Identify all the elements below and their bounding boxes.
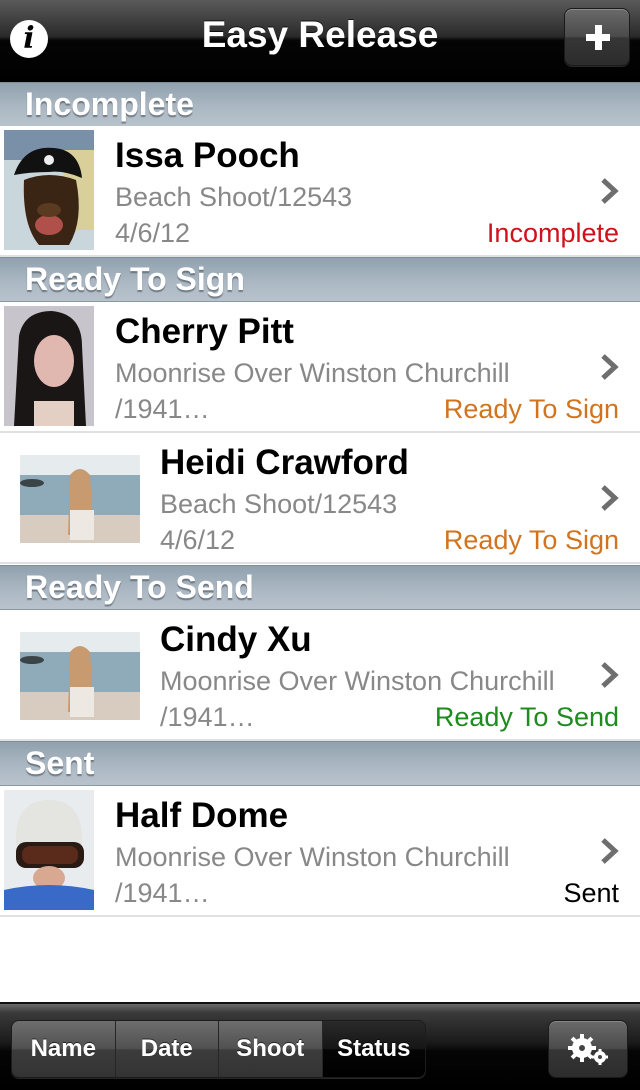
status-label: Ready To Send: [434, 702, 619, 732]
release-name: Cindy Xu: [160, 620, 312, 659]
section-header-ready-to-sign: Ready To Sign: [0, 257, 640, 302]
section-header-sent: Sent: [0, 741, 640, 786]
bottom-toolbar: Name Date Shoot Status: [0, 1002, 640, 1090]
shoot-id-continued: /1941…: [160, 702, 255, 732]
release-date: 4/6/12: [115, 218, 191, 248]
section-title: Ready To Sign: [25, 261, 245, 297]
release-row[interactable]: Issa Pooch Beach Shoot/12543 4/6/12 Inco…: [0, 126, 640, 257]
gears-icon: [568, 1034, 608, 1065]
release-row[interactable]: Heidi Crawford Beach Shoot/12543 4/6/12 …: [0, 433, 640, 564]
sort-by-name-segment[interactable]: Name: [12, 1021, 116, 1077]
chevron-right-icon: [601, 662, 619, 688]
release-row[interactable]: Cherry Pitt Moonrise Over Winston Church…: [0, 302, 640, 433]
section-title: Sent: [25, 745, 95, 781]
section-header-ready-to-send: Ready To Send: [0, 565, 640, 610]
shoot-name: Beach Shoot/12543: [115, 182, 353, 212]
shoot-name: Beach Shoot/12543: [160, 489, 398, 519]
status-label: Sent: [563, 878, 619, 908]
woman-portrait-photo: [4, 306, 94, 426]
helmet-goggles-photo: [4, 790, 94, 910]
section-header-incomplete: Incomplete: [0, 82, 640, 127]
beach-photo: [20, 632, 140, 720]
release-row[interactable]: Half Dome Moonrise Over Winston Churchil…: [0, 786, 640, 917]
sort-segmented-control: Name Date Shoot Status: [11, 1020, 426, 1078]
chevron-right-icon: [601, 354, 619, 380]
status-label: Incomplete: [486, 218, 619, 248]
section-title: Incomplete: [25, 86, 194, 122]
release-name: Half Dome: [115, 796, 289, 835]
release-name: Issa Pooch: [115, 136, 300, 175]
chevron-right-icon: [601, 485, 619, 511]
release-name: Heidi Crawford: [160, 443, 409, 482]
section-title: Ready To Send: [25, 569, 254, 605]
shoot-id-continued: /1941…: [115, 878, 210, 908]
page-title: Easy Release: [201, 14, 439, 55]
sort-by-date-segment[interactable]: Date: [115, 1021, 219, 1077]
chevron-right-icon: [601, 838, 619, 864]
release-date: 4/6/12: [160, 525, 236, 555]
shoot-name: Moonrise Over Winston Churchill: [160, 666, 555, 696]
navigation-bar: i Easy Release: [0, 0, 640, 82]
shoot-name: Moonrise Over Winston Churchill: [115, 358, 510, 388]
shoot-id-continued: /1941…: [115, 394, 210, 424]
status-label: Ready To Sign: [443, 394, 619, 424]
status-label: Ready To Sign: [443, 525, 619, 555]
dog-in-pirate-hat-photo: [4, 130, 94, 250]
beach-photo: [20, 455, 140, 543]
shoot-name: Moonrise Over Winston Churchill: [115, 842, 510, 872]
chevron-right-icon: [601, 178, 619, 204]
sort-by-shoot-segment[interactable]: Shoot: [219, 1021, 323, 1077]
add-release-button[interactable]: [564, 8, 630, 66]
sort-by-status-segment[interactable]: Status: [322, 1021, 425, 1077]
settings-button[interactable]: [548, 1020, 628, 1078]
release-row[interactable]: Cindy Xu Moonrise Over Winston Churchill…: [0, 610, 640, 741]
release-name: Cherry Pitt: [115, 312, 294, 351]
